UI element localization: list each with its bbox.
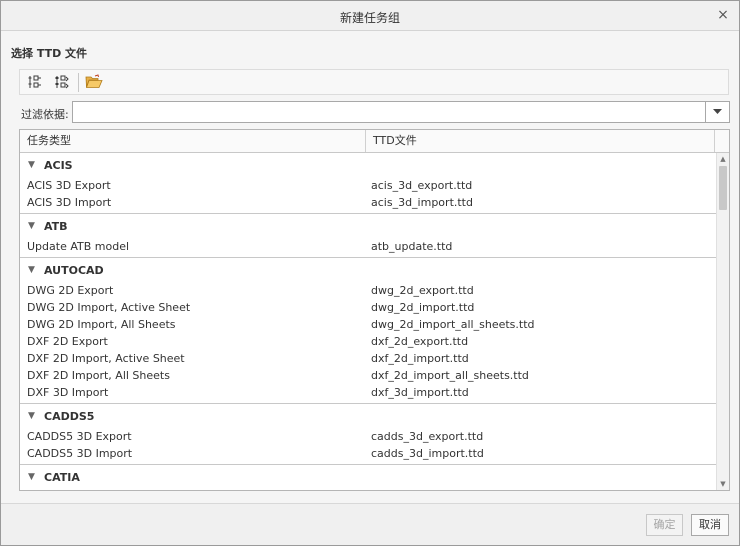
ttd-file-cell: dxf_3d_import.ttd xyxy=(371,386,469,399)
collapse-triangle-icon[interactable]: ▼ xyxy=(20,472,40,482)
open-folder-icon xyxy=(85,74,103,88)
task-type-cell: DWG 2D Import, Active Sheet xyxy=(27,301,191,314)
collapse-triangle-icon[interactable]: ▼ xyxy=(20,265,40,275)
group-catia: ▼ CATIA CATIA CGR Part Assembly 3D Exportc… xyxy=(20,464,716,490)
table-row[interactable]: DXF 2D Import, Active Sheet dxf_2d_import… xyxy=(20,350,716,367)
expand-all-icon xyxy=(28,75,41,88)
task-type-cell: Update ATB model xyxy=(27,240,130,253)
group-atb: ▼ ATB Update ATB model atb_update.ttd xyxy=(20,213,716,257)
group-header[interactable]: ▼ ACIS xyxy=(20,155,716,175)
group-name: AUTOCAD xyxy=(44,263,104,277)
scroll-up-icon[interactable]: ▲ xyxy=(717,153,729,165)
task-type-cell: CADDS5 3D Export xyxy=(27,430,132,443)
section-label: 选择 TTD 文件 xyxy=(11,47,88,60)
task-type-cell: ACIS 3D Export xyxy=(27,179,111,192)
ttd-file-cell: acis_3d_import.ttd xyxy=(371,196,473,209)
ok-button[interactable]: 确定 xyxy=(646,514,683,536)
group-header[interactable]: ▼ CADDS5 xyxy=(20,406,716,426)
ttd-file-cell: dxf_2d_import_all_sheets.ttd xyxy=(371,369,529,382)
vertical-scrollbar[interactable]: ▲ ▼ xyxy=(716,153,729,490)
group-header[interactable]: ▼ AUTOCAD xyxy=(20,260,716,280)
table-row[interactable]: DWG 2D Import, Active Sheet dwg_2d_import… xyxy=(20,299,716,316)
table-row[interactable]: DXF 3D Import dxf_3d_import.ttd xyxy=(20,384,716,401)
group-acis: ▼ ACIS ACIS 3D Export acis_3d_export.ttd ACI… xyxy=(20,155,716,213)
table-row[interactable]: Update ATB model atb_update.ttd xyxy=(20,238,716,255)
ttd-file-table: 任务类型 TTD文件 ▼ ACIS ACIS 3D Export acis_3d_ex… xyxy=(19,129,730,491)
close-icon[interactable]: × xyxy=(715,7,731,23)
group-name: CADDS5 xyxy=(44,409,95,423)
ttd-file-cell: cadds_3d_export.ttd xyxy=(371,430,484,443)
table-row[interactable]: DWG 2D Export dwg_2d_export.ttd xyxy=(20,282,716,299)
ttd-file-cell: dxf_2d_import.ttd xyxy=(371,352,469,365)
table-row[interactable]: DWG 2D Import, All Sheets dwg_2d_import_a… xyxy=(20,316,716,333)
group-autocad: ▼ AUTOCAD DWG 2D Export dwg_2d_export.ttd DW… xyxy=(20,257,716,403)
scroll-thumb[interactable] xyxy=(719,166,727,210)
task-type-cell: DXF 2D Import, All Sheets xyxy=(27,369,170,382)
title-bar: 新建任务组 × xyxy=(1,1,739,31)
table-row[interactable]: ACIS 3D Export acis_3d_export.ttd xyxy=(20,177,716,194)
task-type-cell: CADDS5 3D Import xyxy=(27,447,133,460)
task-type-cell: DWG 2D Export xyxy=(27,284,114,297)
filter-dropdown-button[interactable] xyxy=(706,101,730,123)
collapse-all-button[interactable] xyxy=(51,72,73,92)
filter-label: 过滤依据: xyxy=(21,108,69,121)
cancel-button[interactable]: 取消 xyxy=(691,514,729,536)
ttd-file-cell: cadds_3d_import.ttd xyxy=(371,447,484,460)
table-row[interactable]: CADDS5 3D Import cadds_3d_import.ttd xyxy=(20,445,716,462)
table-row[interactable]: CATIA CGR Part Assembly 3D Exportcatia-c… xyxy=(20,489,716,490)
column-header-task-type[interactable]: 任务类型 xyxy=(20,130,366,152)
task-type-cell: DWG 2D Import, All Sheets xyxy=(27,318,176,331)
column-header-ttd-file[interactable]: TTD文件 xyxy=(366,130,715,152)
group-name: ACIS xyxy=(44,158,73,172)
group-cadds5: ▼ CADDS5 CADDS5 3D Export cadds_3d_export.t… xyxy=(20,403,716,464)
new-task-group-dialog: 新建任务组 × 选择 TTD 文件 过滤依据: 任务类型 TTD文件 ▼ ACI… xyxy=(0,0,740,546)
table-header: 任务类型 TTD文件 xyxy=(20,130,729,153)
group-header[interactable]: ▼ ATB xyxy=(20,216,716,236)
ttd-file-cell: dwg_2d_import_all_sheets.ttd xyxy=(371,318,535,331)
collapse-triangle-icon[interactable]: ▼ xyxy=(20,221,40,231)
task-type-cell: DXF 2D Import, Active Sheet xyxy=(27,352,185,365)
table-row[interactable]: ACIS 3D Import acis_3d_import.ttd xyxy=(20,194,716,211)
table-row[interactable]: DXF 2D Import, All Sheets dxf_2d_import_a… xyxy=(20,367,716,384)
group-header[interactable]: ▼ CATIA xyxy=(20,467,716,487)
group-name: CATIA xyxy=(44,470,80,484)
chevron-down-icon xyxy=(713,109,722,114)
table-body: ▼ ACIS ACIS 3D Export acis_3d_export.ttd ACI… xyxy=(20,153,716,490)
ttd-file-cell: dwg_2d_import.ttd xyxy=(371,301,475,314)
ttd-file-cell: dxf_2d_export.ttd xyxy=(371,335,469,348)
table-row[interactable]: CADDS5 3D Export cadds_3d_export.ttd xyxy=(20,428,716,445)
task-type-cell: DXF 3D Import xyxy=(27,386,109,399)
collapse-all-icon xyxy=(55,75,69,89)
task-type-cell: ACIS 3D Import xyxy=(27,196,112,209)
ttd-file-cell: acis_3d_export.ttd xyxy=(371,179,473,192)
dialog-footer: 确定 取消 xyxy=(1,503,739,545)
open-folder-button[interactable] xyxy=(83,72,105,92)
table-row[interactable]: DXF 2D Export dxf_2d_export.ttd xyxy=(20,333,716,350)
collapse-triangle-icon[interactable]: ▼ xyxy=(20,411,40,421)
expand-all-button[interactable] xyxy=(24,72,46,92)
filter-input[interactable] xyxy=(72,101,706,123)
task-type-cell: DXF 2D Export xyxy=(27,335,108,348)
scroll-down-icon[interactable]: ▼ xyxy=(717,478,729,490)
dialog-title: 新建任务组 xyxy=(339,11,400,25)
group-name: ATB xyxy=(44,219,68,233)
toolbar xyxy=(19,69,729,95)
collapse-triangle-icon[interactable]: ▼ xyxy=(20,160,40,170)
ttd-file-cell: atb_update.ttd xyxy=(371,240,453,253)
ttd-file-cell: dwg_2d_export.ttd xyxy=(371,284,474,297)
toolbar-separator xyxy=(78,73,79,92)
